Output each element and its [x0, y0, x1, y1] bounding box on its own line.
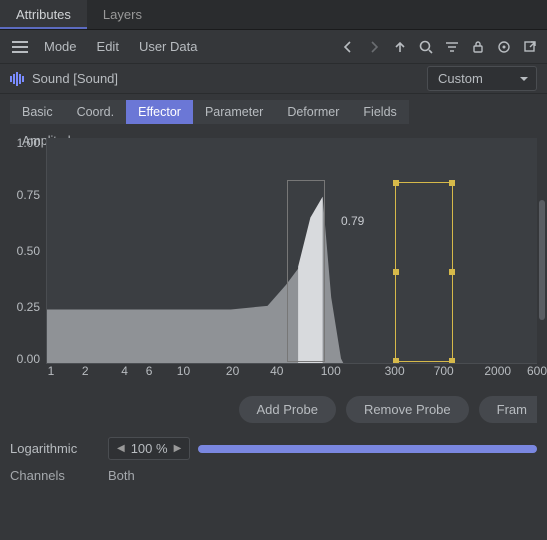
tab-attributes[interactable]: Attributes [0, 0, 87, 29]
vertical-scrollbar[interactable] [539, 200, 545, 320]
xtick: 700 [434, 364, 454, 378]
logarithmic-spinner[interactable]: ◀ 100 % ▶ [108, 437, 190, 460]
xtick: 40 [270, 364, 283, 378]
nav-up-icon[interactable] [389, 36, 411, 58]
search-icon[interactable] [415, 36, 437, 58]
chevron-right-icon: ▶ [174, 443, 182, 454]
logarithmic-value: 100 % [131, 441, 168, 456]
lock-icon[interactable] [467, 36, 489, 58]
add-probe-button[interactable]: Add Probe [239, 396, 336, 423]
subtab-coord[interactable]: Coord. [65, 100, 127, 124]
selection-box[interactable] [395, 182, 453, 362]
x-axis: 1 2 4 6 10 20 40 100 300 700 2000 600 [46, 364, 537, 382]
target-icon[interactable] [493, 36, 515, 58]
xtick: 4 [121, 364, 128, 378]
subtab-fields[interactable]: Fields [351, 100, 408, 124]
xtick: 1 [48, 364, 55, 378]
menu-mode[interactable]: Mode [34, 33, 87, 60]
logarithmic-label: Logarithmic [10, 441, 100, 456]
channels-select[interactable]: Both [108, 468, 135, 483]
filter-icon[interactable] [441, 36, 463, 58]
xtick: 20 [226, 364, 239, 378]
tab-layers[interactable]: Layers [87, 0, 158, 29]
menu-edit[interactable]: Edit [87, 33, 129, 60]
object-title: Sound [Sound] [32, 71, 427, 86]
popout-icon[interactable] [519, 36, 541, 58]
ytick: 0.50 [17, 244, 40, 258]
xtick: 10 [177, 364, 190, 378]
ytick: 0.25 [17, 300, 40, 314]
channels-label: Channels [10, 468, 100, 483]
xtick: 300 [385, 364, 405, 378]
xtick: 100 [321, 364, 341, 378]
subtab-deformer[interactable]: Deformer [275, 100, 351, 124]
menu-userdata[interactable]: User Data [129, 33, 208, 60]
ytick: 1.00 [17, 136, 40, 150]
preset-dropdown[interactable]: Custom [427, 66, 537, 91]
sound-icon [10, 72, 24, 86]
ytick: 0.75 [17, 188, 40, 202]
nav-forward-icon[interactable] [363, 36, 385, 58]
subtab-basic[interactable]: Basic [10, 100, 65, 124]
nav-back-icon[interactable] [337, 36, 359, 58]
xtick: 6 [146, 364, 153, 378]
probe-value-label: 0.79 [341, 214, 364, 228]
subtab-parameter[interactable]: Parameter [193, 100, 275, 124]
y-axis: 1.00 0.75 0.50 0.25 0.00 [10, 138, 46, 364]
xtick: 2000 [484, 364, 511, 378]
xtick: 2 [82, 364, 89, 378]
frame-button[interactable]: Fram [479, 396, 537, 423]
remove-probe-button[interactable]: Remove Probe [346, 396, 469, 423]
amplitude-chart[interactable]: 0.79 [46, 138, 537, 364]
subtab-effector[interactable]: Effector [126, 100, 193, 124]
hamburger-icon[interactable] [6, 35, 34, 59]
xtick: 600 [527, 364, 547, 378]
chevron-left-icon: ◀ [117, 443, 125, 454]
logarithmic-slider[interactable] [198, 445, 537, 453]
ytick: 0.00 [17, 352, 40, 366]
probe-box[interactable] [287, 180, 325, 362]
